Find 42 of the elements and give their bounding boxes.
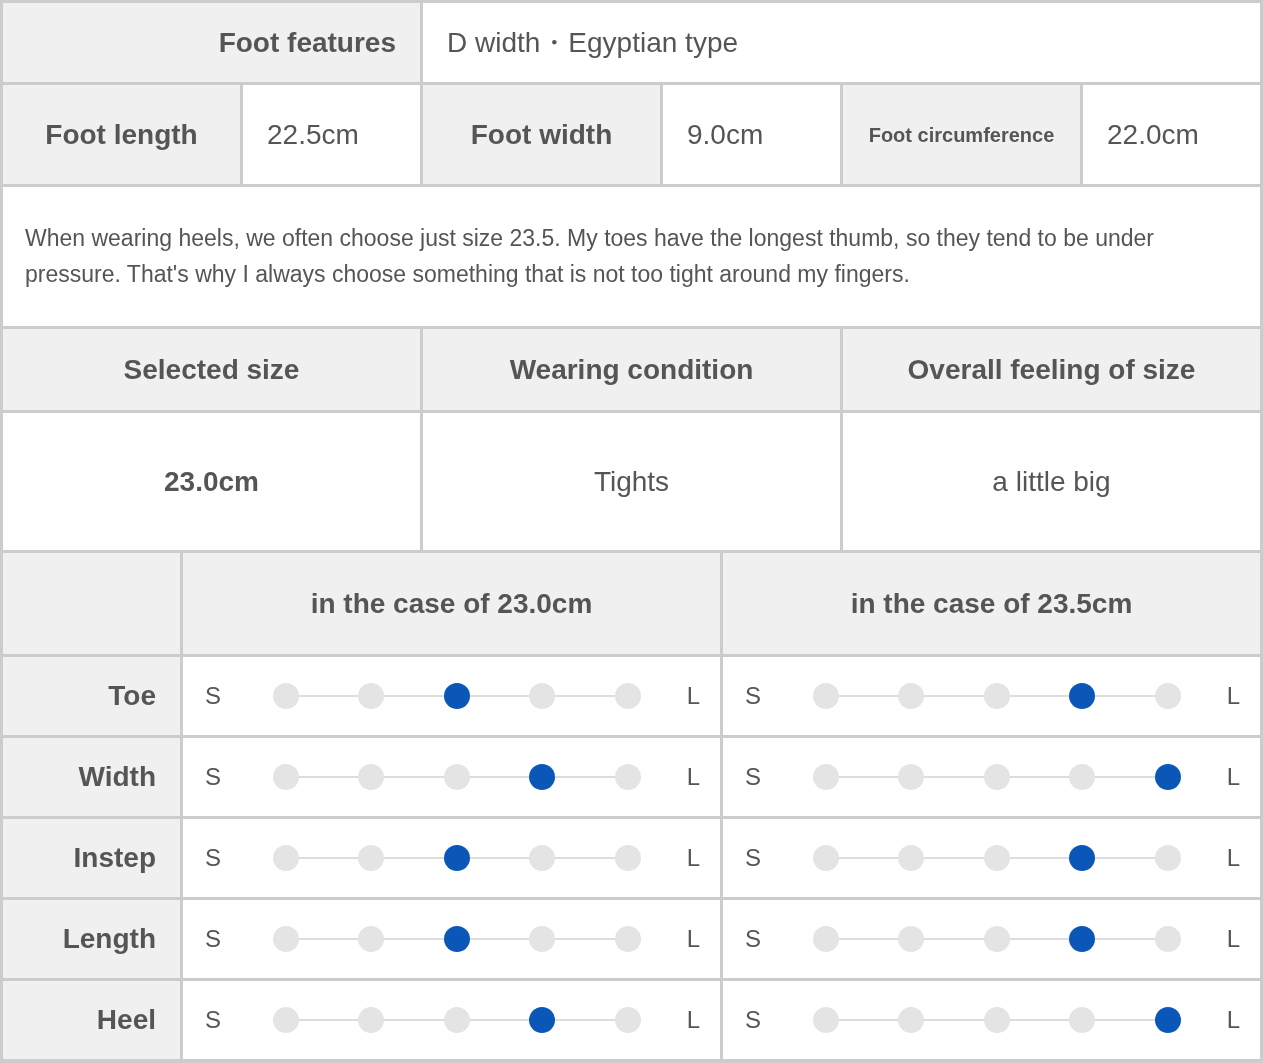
column-header: Wearing condition [423, 329, 840, 410]
scale-min-label: S [745, 762, 761, 792]
cell-value: Tights [423, 413, 840, 550]
row-header: Foot features [3, 3, 420, 82]
row-header: Foot length [3, 85, 240, 184]
scale-min-label: S [205, 762, 221, 792]
row-header: Heel [3, 981, 180, 1059]
scale-max-label: L [686, 924, 700, 954]
scale-min-label: S [205, 843, 221, 873]
row-header: Length [3, 900, 180, 978]
cell-value: 9.0cm [663, 85, 840, 184]
row-header: Toe [3, 657, 180, 735]
row-header: Foot width [423, 85, 660, 184]
column-header: in the case of 23.0cm [183, 553, 720, 654]
scale-max-label: L [686, 762, 700, 792]
cell-value: a little big [843, 413, 1260, 550]
scale-max-label: L [686, 1005, 700, 1035]
scale-max-label: L [1226, 1005, 1240, 1035]
scale-min-label: S [205, 1005, 221, 1035]
scale-max-label: L [1226, 762, 1240, 792]
row-header: Instep [3, 819, 180, 897]
cell-value: 22.0cm [1083, 85, 1260, 184]
scale-max-label: L [1226, 681, 1240, 711]
cell-value: 23.0cm [3, 413, 420, 550]
column-header: Overall feeling of size [843, 329, 1260, 410]
scale-max-label: L [686, 681, 700, 711]
comment-text: When wearing heels, we often choose just size 23.5. My toes have the longest thumb, so they tend to be under pressure. That's why I always choose something that is not too tight around my fingers. [3, 187, 1260, 326]
column-header: Selected size [3, 329, 420, 410]
cell-value: 22.5cm [243, 85, 420, 184]
scale-min-label: S [205, 681, 221, 711]
scale-max-label: L [1226, 843, 1240, 873]
cell-value: D width・Egyptian type [423, 3, 1260, 82]
scale-max-label: L [686, 843, 700, 873]
scale-min-label: S [745, 843, 761, 873]
scale-min-label: S [745, 681, 761, 711]
scale-min-label: S [205, 924, 221, 954]
column-header: in the case of 23.5cm [723, 553, 1260, 654]
row-header: Width [3, 738, 180, 816]
row-header: Foot circumference [843, 85, 1080, 184]
scale-min-label: S [745, 1005, 761, 1035]
scale-max-label: L [1226, 924, 1240, 954]
scale-min-label: S [745, 924, 761, 954]
